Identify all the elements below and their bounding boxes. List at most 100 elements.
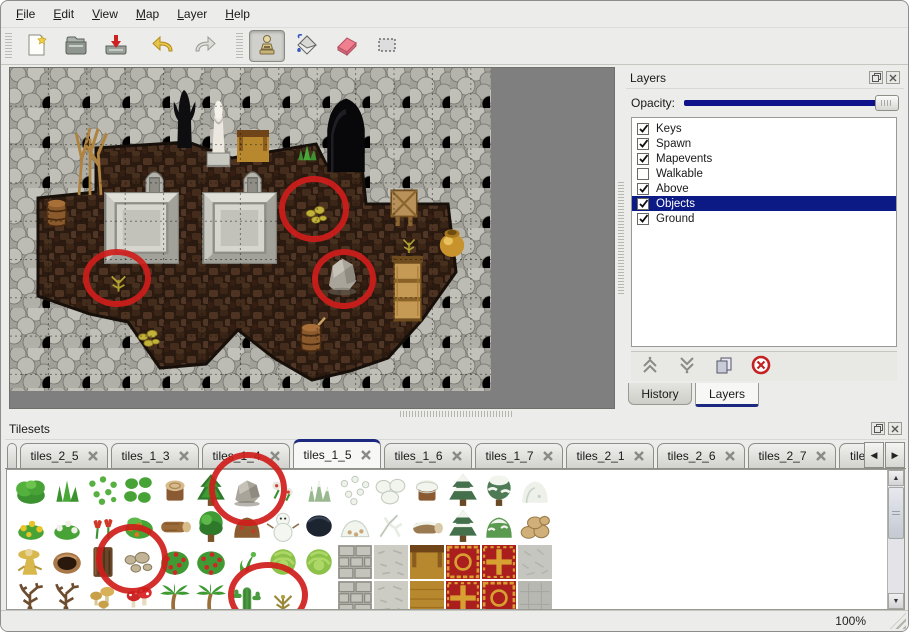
scroll-tabs-left-button[interactable]: ◀ (864, 442, 884, 468)
close-tab-icon[interactable] (543, 451, 553, 461)
scroll-tabs-right-button[interactable]: ▶ (885, 442, 905, 468)
tile-snowman[interactable] (266, 509, 300, 543)
tile-snowgrass[interactable] (302, 473, 336, 507)
tile-carpet2[interactable] (446, 581, 480, 610)
tile-log[interactable] (158, 509, 192, 543)
tile-snowtree[interactable] (482, 473, 516, 507)
layer-visibility-checkbox[interactable] (637, 138, 649, 150)
tile-moundGsnow[interactable] (482, 509, 516, 543)
layer-visibility-checkbox[interactable] (637, 213, 649, 225)
tile-stump[interactable] (158, 473, 192, 507)
layer-row-keys[interactable]: Keys (632, 121, 896, 136)
layer-row-mapevents[interactable]: Mapevents (632, 151, 896, 166)
close-tab-icon[interactable] (452, 451, 462, 461)
tileset-tiles-area[interactable]: ▲▼ (6, 469, 905, 610)
tile-deadtree[interactable] (50, 581, 84, 610)
tile-grayA[interactable] (518, 545, 552, 579)
tile-grass[interactable] (50, 473, 84, 507)
map-canvas[interactable] (9, 67, 615, 409)
close-tab-icon[interactable] (88, 451, 98, 461)
layer-row-above[interactable]: Above (632, 181, 896, 196)
tile-scarecrow[interactable] (14, 545, 48, 579)
tile-grayB[interactable] (518, 581, 552, 610)
tile-hole[interactable] (302, 509, 336, 543)
tile-snowscatter[interactable] (338, 473, 372, 507)
open-file-button[interactable] (58, 30, 94, 62)
tile-stonefloor[interactable] (374, 581, 408, 610)
redo-button[interactable] (186, 30, 222, 62)
tab-layers[interactable]: Layers (695, 383, 759, 407)
float-panel-icon[interactable] (869, 71, 883, 84)
tile-palm[interactable] (194, 581, 228, 610)
close-tab-icon[interactable] (179, 451, 189, 461)
close-tab-icon[interactable] (361, 450, 371, 460)
tile-stonefloor[interactable] (374, 545, 408, 579)
undo-button[interactable] (146, 30, 182, 62)
tile-snowstump[interactable] (410, 473, 444, 507)
tile-mushTan[interactable] (86, 581, 120, 610)
tile-lettuce[interactable] (266, 545, 300, 579)
tile-carpet2[interactable] (482, 545, 516, 579)
tileset-tab-tiles_2_1[interactable]: tiles_2_1 (566, 443, 654, 468)
menu-item-view[interactable]: View (83, 4, 127, 24)
tile-pine[interactable] (194, 473, 228, 507)
layer-visibility-checkbox[interactable] (637, 198, 649, 210)
delete-layer-button[interactable] (750, 356, 772, 378)
menu-item-help[interactable]: Help (216, 4, 259, 24)
tileset-tab-partial[interactable] (7, 443, 17, 468)
tile-bush[interactable] (14, 473, 48, 507)
tile-carpet1[interactable] (446, 545, 480, 579)
close-tab-icon[interactable] (634, 451, 644, 461)
layer-row-ground[interactable]: Ground (632, 211, 896, 226)
tile-snowmound[interactable] (518, 473, 552, 507)
tileset-tab-tiles_1_3[interactable]: tiles_1_3 (111, 443, 199, 468)
close-tab-icon[interactable] (816, 451, 826, 461)
layer-visibility-checkbox[interactable] (637, 153, 649, 165)
tile-snowclump[interactable] (374, 473, 408, 507)
scroll-up-button[interactable]: ▲ (888, 470, 904, 486)
duplicate-layer-button[interactable] (713, 356, 735, 378)
close-panel-icon[interactable] (886, 71, 900, 84)
menu-item-edit[interactable]: Edit (44, 4, 83, 24)
tileset-scrollbar[interactable]: ▲▼ (887, 470, 904, 609)
stamp-tool-button[interactable] (249, 30, 285, 62)
close-tab-icon[interactable] (270, 451, 280, 461)
tile-woodB[interactable] (410, 581, 444, 610)
tile-rocksSm[interactable] (122, 545, 156, 579)
tileset-tab-tiles_1_7[interactable]: tiles_1_7 (475, 443, 563, 468)
save-file-button[interactable] (98, 30, 134, 62)
tile-cactus[interactable] (230, 581, 264, 610)
tile-trunk[interactable] (86, 545, 120, 579)
tileset-tab-tiles_1_5[interactable]: tiles_1_5 (293, 439, 381, 468)
tile-mushRed[interactable] (122, 581, 156, 610)
tile-lettuce[interactable] (302, 545, 336, 579)
tile-snowlog[interactable] (410, 509, 444, 543)
tile-scatter[interactable] (86, 473, 120, 507)
fill-tool-button[interactable] (289, 30, 325, 62)
close-tab-icon[interactable] (725, 451, 735, 461)
layer-row-spawn[interactable]: Spawn (632, 136, 896, 151)
tile-tableB[interactable] (410, 545, 444, 579)
tile-pit[interactable] (50, 545, 84, 579)
float-panel-icon[interactable] (871, 422, 885, 435)
tileset-tab-tiles_1_6[interactable]: tiles_1_6 (384, 443, 472, 468)
tile-carpet1[interactable] (482, 581, 516, 610)
tile-berry[interactable] (194, 545, 228, 579)
tile-treeG[interactable] (194, 509, 228, 543)
select-tool-button[interactable] (369, 30, 405, 62)
scroll-down-button[interactable]: ▼ (888, 593, 904, 609)
new-file-button[interactable] (18, 30, 54, 62)
tile-snowpile[interactable] (338, 509, 372, 543)
tile-rock[interactable] (230, 473, 264, 507)
toolbar-handle[interactable] (236, 33, 243, 59)
layer-visibility-checkbox[interactable] (637, 123, 649, 135)
tileset-tab-tiles_2_5[interactable]: tiles_2_5 (20, 443, 108, 468)
eraser-tool-button[interactable] (329, 30, 365, 62)
layer-visibility-checkbox[interactable] (637, 168, 649, 180)
tile-palm[interactable] (158, 581, 192, 610)
tile-snowpine[interactable] (446, 509, 480, 543)
opacity-slider[interactable] (684, 95, 899, 111)
tile-clover[interactable] (122, 473, 156, 507)
tile-snowbranch[interactable] (374, 509, 408, 543)
scrollbar-thumb[interactable] (888, 487, 904, 539)
